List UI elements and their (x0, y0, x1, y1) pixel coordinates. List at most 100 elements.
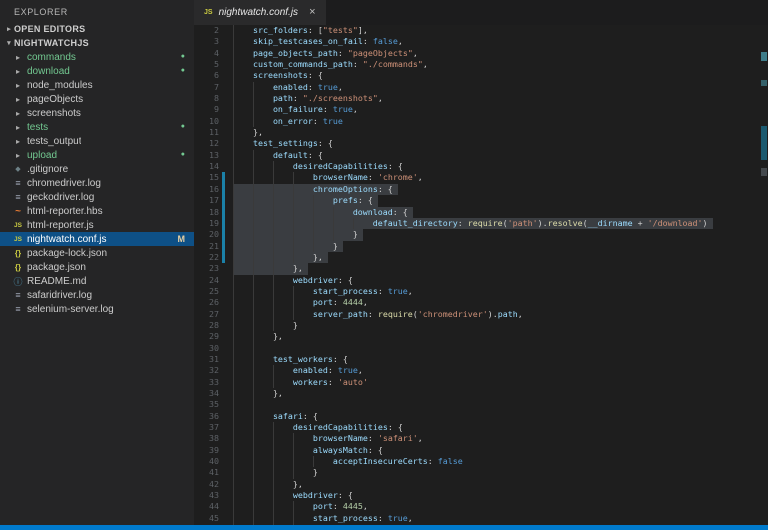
code-line[interactable]: 2src_folders: ["tests"], (194, 25, 760, 36)
tree-item-safaridriver.log[interactable]: ≡safaridriver.log (0, 288, 194, 302)
indent-guide (313, 241, 333, 252)
overview-ruler[interactable] (760, 50, 768, 525)
tab-nightwatch-conf-js[interactable]: JS nightwatch.conf.js × (194, 0, 326, 25)
code-line[interactable]: 15browserName: 'chrome', (194, 172, 760, 183)
code-line[interactable]: 27server_path: require('chromedriver').p… (194, 309, 760, 320)
code-line[interactable]: 42}, (194, 479, 760, 490)
indent-guide (333, 218, 353, 229)
code-area[interactable]: 2src_folders: ["tests"],3skip_testcases_… (194, 25, 760, 530)
code-line[interactable]: 38browserName: 'safari', (194, 433, 760, 444)
tree-item-chromedriver.log[interactable]: ≡chromedriver.log (0, 176, 194, 190)
tree-item-package-lock.json[interactable]: {}package-lock.json (0, 246, 194, 260)
line-number: 41 (194, 467, 219, 478)
code-line[interactable]: 41} (194, 467, 760, 478)
tree-item-commands[interactable]: ▸commands● (0, 50, 194, 64)
project-section-header[interactable]: ▾ NIGHTWATCHJS (0, 36, 194, 50)
code-line[interactable]: 10on_error: true (194, 116, 760, 127)
code-line[interactable]: 39alwaysMatch: { (194, 445, 760, 456)
tree-item-pageObjects[interactable]: ▸pageObjects (0, 92, 194, 106)
open-editors-header[interactable]: ▸ OPEN EDITORS (0, 22, 194, 36)
project-label: NIGHTWATCHJS (14, 38, 89, 48)
modified-line-marker (222, 195, 225, 206)
gutter-spacer (222, 138, 225, 149)
code-line[interactable]: 35 (194, 399, 760, 410)
code-line[interactable]: 31test_workers: { (194, 354, 760, 365)
readme-info-icon: ⓘ (12, 275, 24, 288)
code-line-content: }, (233, 479, 303, 490)
indent-guide (293, 309, 313, 320)
code-line[interactable]: 44port: 4445, (194, 501, 760, 512)
tree-item-label: download (27, 66, 70, 77)
code-line[interactable]: 40acceptInsecureCerts: false (194, 456, 760, 467)
code-line[interactable]: 5custom_commands_path: "./commands", (194, 59, 760, 70)
indent-guide (293, 207, 313, 218)
code-line[interactable]: 12test_settings: { (194, 138, 760, 149)
code-line[interactable]: 28} (194, 320, 760, 331)
indent-guide (273, 365, 293, 376)
code-editor[interactable]: 2src_folders: ["tests"],3skip_testcases_… (194, 25, 768, 530)
tree-item-package.json[interactable]: {}package.json (0, 260, 194, 274)
indent-guide (273, 195, 293, 206)
tree-item-upload[interactable]: ▸upload● (0, 148, 194, 162)
tree-item-.gitignore[interactable]: ◆.gitignore (0, 162, 194, 176)
code-line[interactable]: 21} (194, 241, 760, 252)
modified-line-marker (222, 241, 225, 252)
code-line[interactable]: 11}, (194, 127, 760, 138)
tree-item-label: package.json (27, 262, 86, 273)
code-line[interactable]: 8path: "./screenshots", (194, 93, 760, 104)
close-icon[interactable]: × (309, 7, 315, 18)
gutter-spacer (222, 309, 225, 320)
code-line[interactable]: 26port: 4444, (194, 297, 760, 308)
code-line[interactable]: 7enabled: true, (194, 82, 760, 93)
code-line[interactable]: 17prefs: { (194, 195, 760, 206)
code-line[interactable]: 37desiredCapabilities: { (194, 422, 760, 433)
code-line-content: skip_testcases_on_fail: false, (233, 36, 403, 47)
code-line[interactable]: 32enabled: true, (194, 365, 760, 376)
tree-item-selenium-server.log[interactable]: ≡selenium-server.log (0, 302, 194, 316)
tree-item-label: selenium-server.log (27, 304, 114, 315)
code-line[interactable]: 19default_directory: require('path').res… (194, 218, 760, 229)
code-line[interactable]: 9on_failure: true, (194, 104, 760, 115)
code-line[interactable]: 25start_process: true, (194, 286, 760, 297)
tree-item-label: commands (27, 52, 76, 63)
code-line[interactable]: 29}, (194, 331, 760, 342)
tree-item-tests_output[interactable]: ▸tests_output (0, 134, 194, 148)
code-line[interactable]: 45start_process: true, (194, 513, 760, 524)
code-line[interactable]: 24webdriver: { (194, 275, 760, 286)
code-line[interactable]: 33workers: 'auto' (194, 377, 760, 388)
code-line[interactable]: 14desiredCapabilities: { (194, 161, 760, 172)
code-line-content: }, (233, 127, 263, 138)
modified-line-marker (222, 207, 225, 218)
tree-item-html-reporter.hbs[interactable]: ~html-reporter.hbs (0, 204, 194, 218)
indent-guide (293, 513, 313, 524)
tree-item-tests[interactable]: ▸tests● (0, 120, 194, 134)
code-line[interactable]: 22}, (194, 252, 760, 263)
line-number: 34 (194, 388, 219, 399)
sidebar-title: EXPLORER (0, 0, 194, 22)
code-line-content: alwaysMatch: { (233, 445, 383, 456)
tree-item-node_modules[interactable]: ▸node_modules (0, 78, 194, 92)
tree-item-download[interactable]: ▸download● (0, 64, 194, 78)
tree-item-nightwatch.conf.js[interactable]: JSnightwatch.conf.jsM (0, 232, 194, 246)
code-line[interactable]: 6screenshots: { (194, 70, 760, 81)
code-line[interactable]: 30 (194, 343, 760, 354)
code-line[interactable]: 4page_objects_path: "pageObjects", (194, 48, 760, 59)
gutter-spacer (222, 467, 225, 478)
code-line[interactable]: 36safari: { (194, 411, 760, 422)
tree-item-README.md[interactable]: ⓘREADME.md (0, 274, 194, 288)
code-line-content: on_error: true (233, 116, 343, 127)
code-line[interactable]: 23}, (194, 263, 760, 274)
tree-item-html-reporter.js[interactable]: JShtml-reporter.js (0, 218, 194, 232)
code-line[interactable]: 16chromeOptions: { (194, 184, 760, 195)
tree-item-geckodriver.log[interactable]: ≡geckodriver.log (0, 190, 194, 204)
indent-guide (253, 172, 273, 183)
code-line[interactable]: 3skip_testcases_on_fail: false, (194, 36, 760, 47)
code-line[interactable]: 43webdriver: { (194, 490, 760, 501)
indent-guide (293, 445, 313, 456)
code-line-content: }, (233, 331, 283, 342)
tree-item-screenshots[interactable]: ▸screenshots (0, 106, 194, 120)
code-line[interactable]: 13default: { (194, 150, 760, 161)
code-line[interactable]: 34}, (194, 388, 760, 399)
code-line[interactable]: 20} (194, 229, 760, 240)
code-line[interactable]: 18download: { (194, 207, 760, 218)
